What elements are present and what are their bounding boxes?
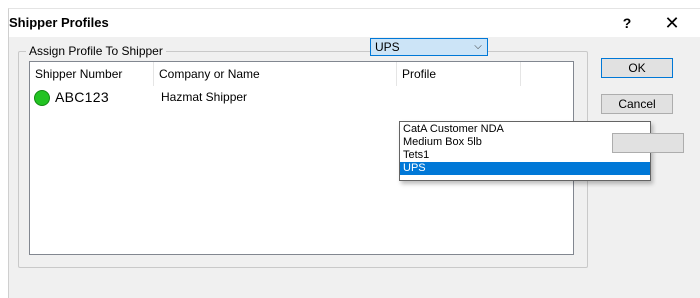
column-header-profile[interactable]: Profile (397, 62, 521, 86)
profile-combobox-value: UPS (375, 40, 400, 54)
title-bar: Shipper Profiles ? ✕ (9, 9, 700, 37)
list-header: Shipper Number Company or Name Profile (30, 62, 573, 86)
close-button[interactable]: ✕ (660, 13, 684, 33)
company-cell: Hazmat Shipper (161, 90, 248, 104)
status-indicator-icon (34, 90, 50, 106)
chevron-down-icon[interactable]: ⌵ (471, 40, 485, 54)
cancel-button[interactable]: Cancel (601, 94, 673, 114)
dropdown-option-selected[interactable]: UPS (400, 162, 650, 175)
column-header-company[interactable]: Company or Name (154, 62, 397, 86)
groupbox-label: Assign Profile To Shipper (26, 44, 166, 58)
help-button[interactable]: ? (617, 13, 637, 33)
unlabeled-button[interactable] (612, 133, 684, 153)
shipper-number-cell: ABC123 (55, 89, 109, 105)
window-title: Shipper Profiles (9, 15, 109, 30)
column-header-shipper-number[interactable]: Shipper Number (30, 62, 154, 86)
profile-combobox[interactable]: UPS ⌵ (370, 38, 488, 56)
table-row[interactable]: ABC123 Hazmat Shipper (30, 88, 573, 110)
ok-button[interactable]: OK (601, 58, 673, 78)
